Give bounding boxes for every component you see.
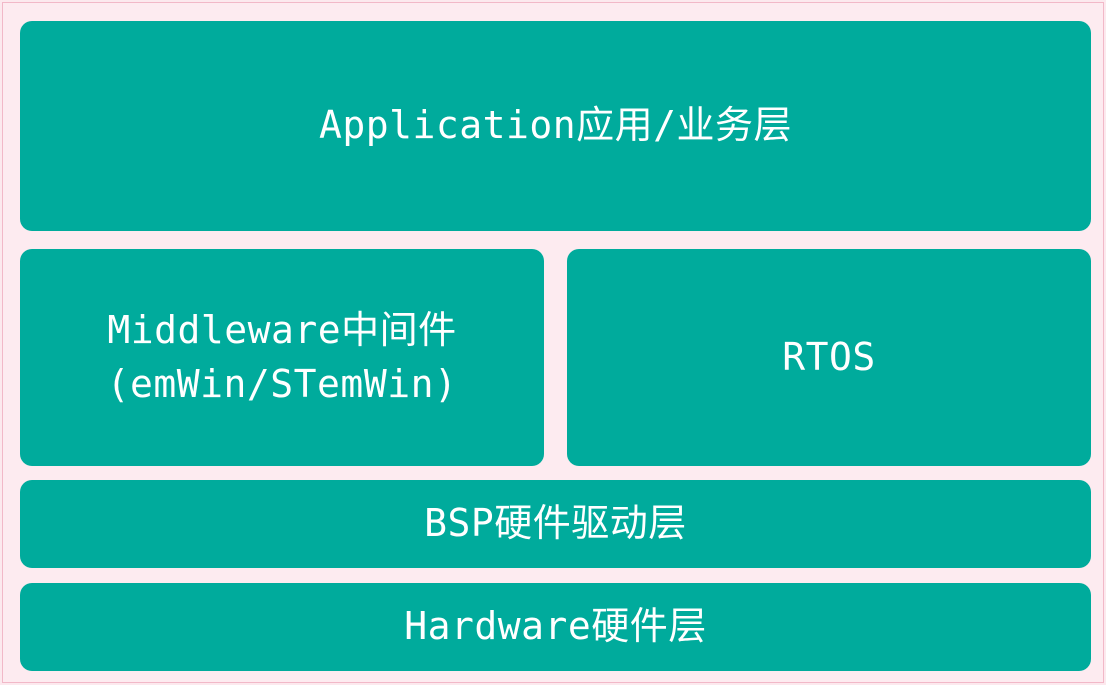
hardware-layer-block: Hardware硬件层 bbox=[20, 583, 1091, 671]
diagram-frame: Application应用/业务层 Middleware中间件 (emWin/S… bbox=[2, 2, 1104, 683]
rtos-layer-label: RTOS bbox=[782, 334, 876, 379]
hardware-layer-label: Hardware硬件层 bbox=[404, 604, 707, 649]
application-layer-label: Application应用/业务层 bbox=[318, 103, 793, 148]
bsp-layer-label: BSP硬件驱动层 bbox=[424, 501, 687, 546]
middleware-layer-label: Middleware中间件 bbox=[107, 308, 457, 353]
bsp-layer-block: BSP硬件驱动层 bbox=[20, 480, 1091, 568]
rtos-layer-block: RTOS bbox=[567, 249, 1091, 466]
application-layer-block: Application应用/业务层 bbox=[20, 21, 1091, 231]
middleware-layer-sublabel: (emWin/STemWin) bbox=[106, 361, 458, 406]
middleware-layer-block: Middleware中间件 (emWin/STemWin) bbox=[20, 249, 544, 466]
